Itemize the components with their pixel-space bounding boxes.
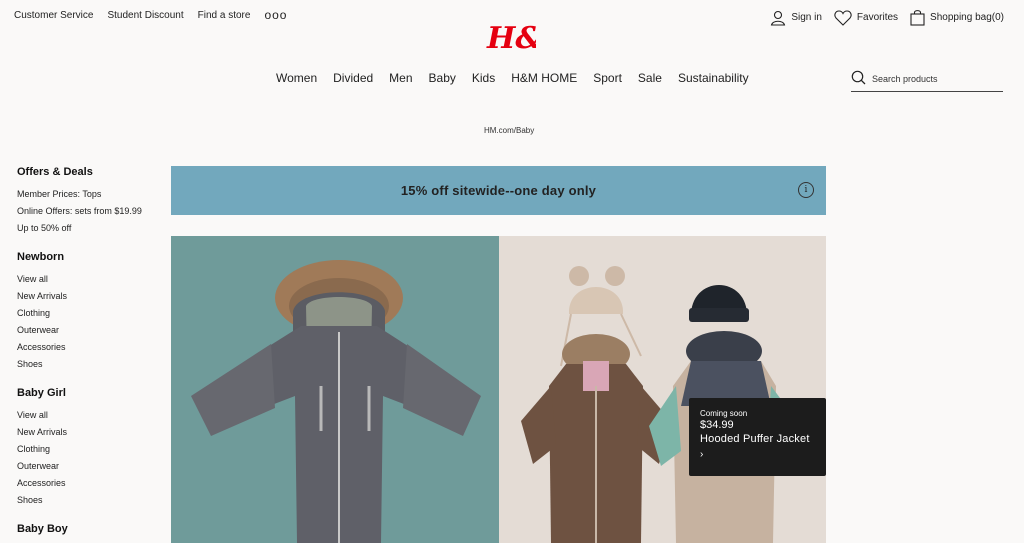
sidebar-item-newborn-shoes[interactable]: Shoes [17,356,157,373]
chevron-right-icon[interactable]: › [700,449,815,460]
search-input[interactable] [872,74,992,84]
newborn-heading[interactable]: Newborn [17,251,157,263]
sidebar-item-newborn-new-arrivals[interactable]: New Arrivals [17,288,157,305]
breadcrumb[interactable]: HM.com/Baby [484,126,534,135]
nav-item-men[interactable]: Men [389,71,412,85]
baby-boy-heading[interactable]: Baby Boy [17,523,157,535]
promo-text: 15% off sitewide--one day only [400,183,597,198]
search-box [851,70,1003,92]
nav-item-kids[interactable]: Kids [472,71,495,85]
sign-in-label: Sign in [791,12,822,23]
hm-logo-icon: H&M [486,21,576,56]
search-icon[interactable] [851,70,866,85]
sidebar-item-newborn-accessories[interactable]: Accessories [17,339,157,356]
newborn-list: View all New Arrivals Clothing Outerwear… [17,271,157,373]
nav-item-sustainability[interactable]: Sustainability [678,71,749,85]
sidebar-item-girl-shoes[interactable]: Shoes [17,492,157,509]
user-icon [771,10,786,26]
nav-item-hm-home[interactable]: H&M HOME [511,71,577,85]
sidebar-item-online-offers[interactable]: Online Offers: sets from $19.99 [17,203,157,220]
sidebar-item-newborn-view-all[interactable]: View all [17,271,157,288]
student-discount-link[interactable]: Student Discount [107,10,183,22]
hm-logo[interactable]: H&M [486,16,576,56]
svg-text:H&M: H&M [486,21,536,56]
shopping-bag-label: Shopping bag(0) [930,12,1004,23]
heart-icon [834,9,852,26]
offers-list: Member Prices: Tops Online Offers: sets … [17,186,157,237]
sidebar-item-girl-view-all[interactable]: View all [17,407,157,424]
favorites-label: Favorites [856,12,899,23]
product-price: $34.99 [700,419,734,431]
sidebar-item-girl-outerwear[interactable]: Outerwear [17,458,157,475]
more-menu-icon[interactable]: ooo [264,8,287,22]
utility-bar: Customer Service Student Discount Find a… [14,8,287,22]
baby-girl-list: View all New Arrivals Clothing Outerwear… [17,407,157,509]
info-icon[interactable]: i [798,182,814,198]
sidebar-item-girl-new-arrivals[interactable]: New Arrivals [17,424,157,441]
product-status: Coming soon [700,409,748,418]
sidebar-item-member-prices[interactable]: Member Prices: Tops [17,186,157,203]
sidebar-item-girl-accessories[interactable]: Accessories [17,475,157,492]
offers-heading[interactable]: Offers & Deals [17,166,157,178]
sign-in-button[interactable]: Sign in [770,10,822,26]
sidebar-item-newborn-outerwear[interactable]: Outerwear [17,322,157,339]
product-name: Hooded Puffer Jacket [700,433,810,445]
product-card[interactable]: Coming soon $34.99 Hooded Puffer Jacket … [689,398,826,476]
sidebar-item-girl-clothing[interactable]: Clothing [17,441,157,458]
nav-item-baby[interactable]: Baby [429,71,456,85]
main-nav: Women Divided Men Baby Kids H&M HOME Spo… [276,71,749,85]
nav-item-divided[interactable]: Divided [333,71,373,85]
shopping-bag-button[interactable]: Shopping bag(0) [910,9,1004,26]
baby-girl-heading[interactable]: Baby Girl [17,387,157,399]
favorites-button[interactable]: Favorites [834,9,899,26]
hero-image[interactable] [171,236,826,543]
nav-item-sport[interactable]: Sport [593,71,622,85]
account-bar: Sign in Favorites Shopping bag(0) [770,9,1004,26]
sidebar-item-up-to-50[interactable]: Up to 50% off [17,220,157,237]
category-sidebar: Offers & Deals Member Prices: Tops Onlin… [17,166,157,543]
shopping-bag-icon [910,10,925,26]
nav-item-sale[interactable]: Sale [638,71,662,85]
hero-illustration [171,236,826,543]
promo-banner[interactable]: 15% off sitewide--one day only i [171,166,826,215]
nav-item-women[interactable]: Women [276,71,317,85]
find-store-link[interactable]: Find a store [198,10,251,22]
sidebar-item-newborn-clothing[interactable]: Clothing [17,305,157,322]
customer-service-link[interactable]: Customer Service [14,10,93,22]
